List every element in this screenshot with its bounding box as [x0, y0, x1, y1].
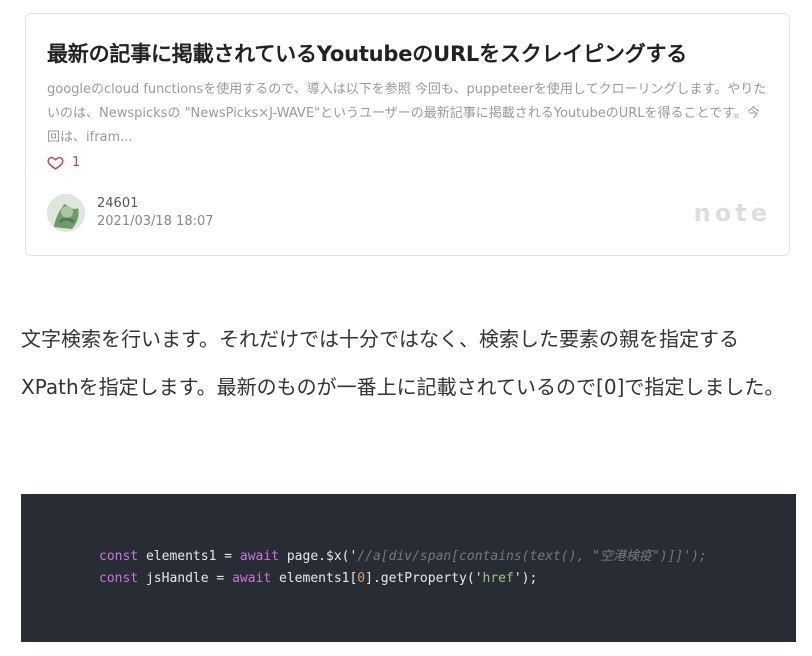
code-string: href — [482, 571, 514, 586]
note-embed-card[interactable]: 最新の記事に掲載されているYoutubeのURLをスクレイピングする googl… — [25, 13, 790, 256]
keyword: await — [239, 549, 280, 564]
keyword: const — [99, 571, 139, 586]
code-text: '); — [513, 571, 538, 586]
keyword: const — [99, 549, 139, 564]
code-text: jsHandle = — [138, 571, 233, 586]
avatar[interactable] — [47, 194, 85, 232]
code-line-1: const elements1 = await page.$x('//a[div… — [99, 549, 707, 564]
card-title[interactable]: 最新の記事に掲載されているYoutubeのURLをスクレイピングする — [47, 38, 687, 68]
code-text: ].getProperty(' — [365, 571, 483, 586]
author-block[interactable]: 24601 2021/03/18 18:07 — [47, 194, 214, 232]
code-text: page.$x(' — [279, 549, 358, 564]
code-text: elements1[ — [271, 571, 358, 586]
like-count: 1 — [72, 155, 81, 170]
keyword: await — [232, 571, 272, 586]
code-content: const elements1 = await page.$x('//a[div… — [99, 546, 707, 590]
note-logo: note — [693, 199, 771, 227]
article-paragraph: 文字検索を行います。それだけでは十分ではなく、検索した要素の親を指定するXPat… — [21, 327, 785, 399]
author-name[interactable]: 24601 — [97, 195, 214, 213]
code-block: const elements1 = await page.$x('//a[div… — [21, 494, 796, 642]
code-comment: //a[div/span[contains(text(), "空港検疫")]]'… — [357, 549, 707, 564]
code-text: elements1 = — [138, 549, 240, 564]
card-excerpt: googleのcloud functionsを使用するので、導入は以下を参照 今… — [47, 82, 767, 145]
heart-icon — [47, 156, 64, 170]
code-line-2: const jsHandle = await elements1[0].getP… — [99, 571, 537, 586]
like-button[interactable]: 1 — [47, 154, 80, 171]
post-date: 2021/03/18 18:07 — [97, 214, 214, 229]
code-number: 0 — [357, 571, 366, 586]
